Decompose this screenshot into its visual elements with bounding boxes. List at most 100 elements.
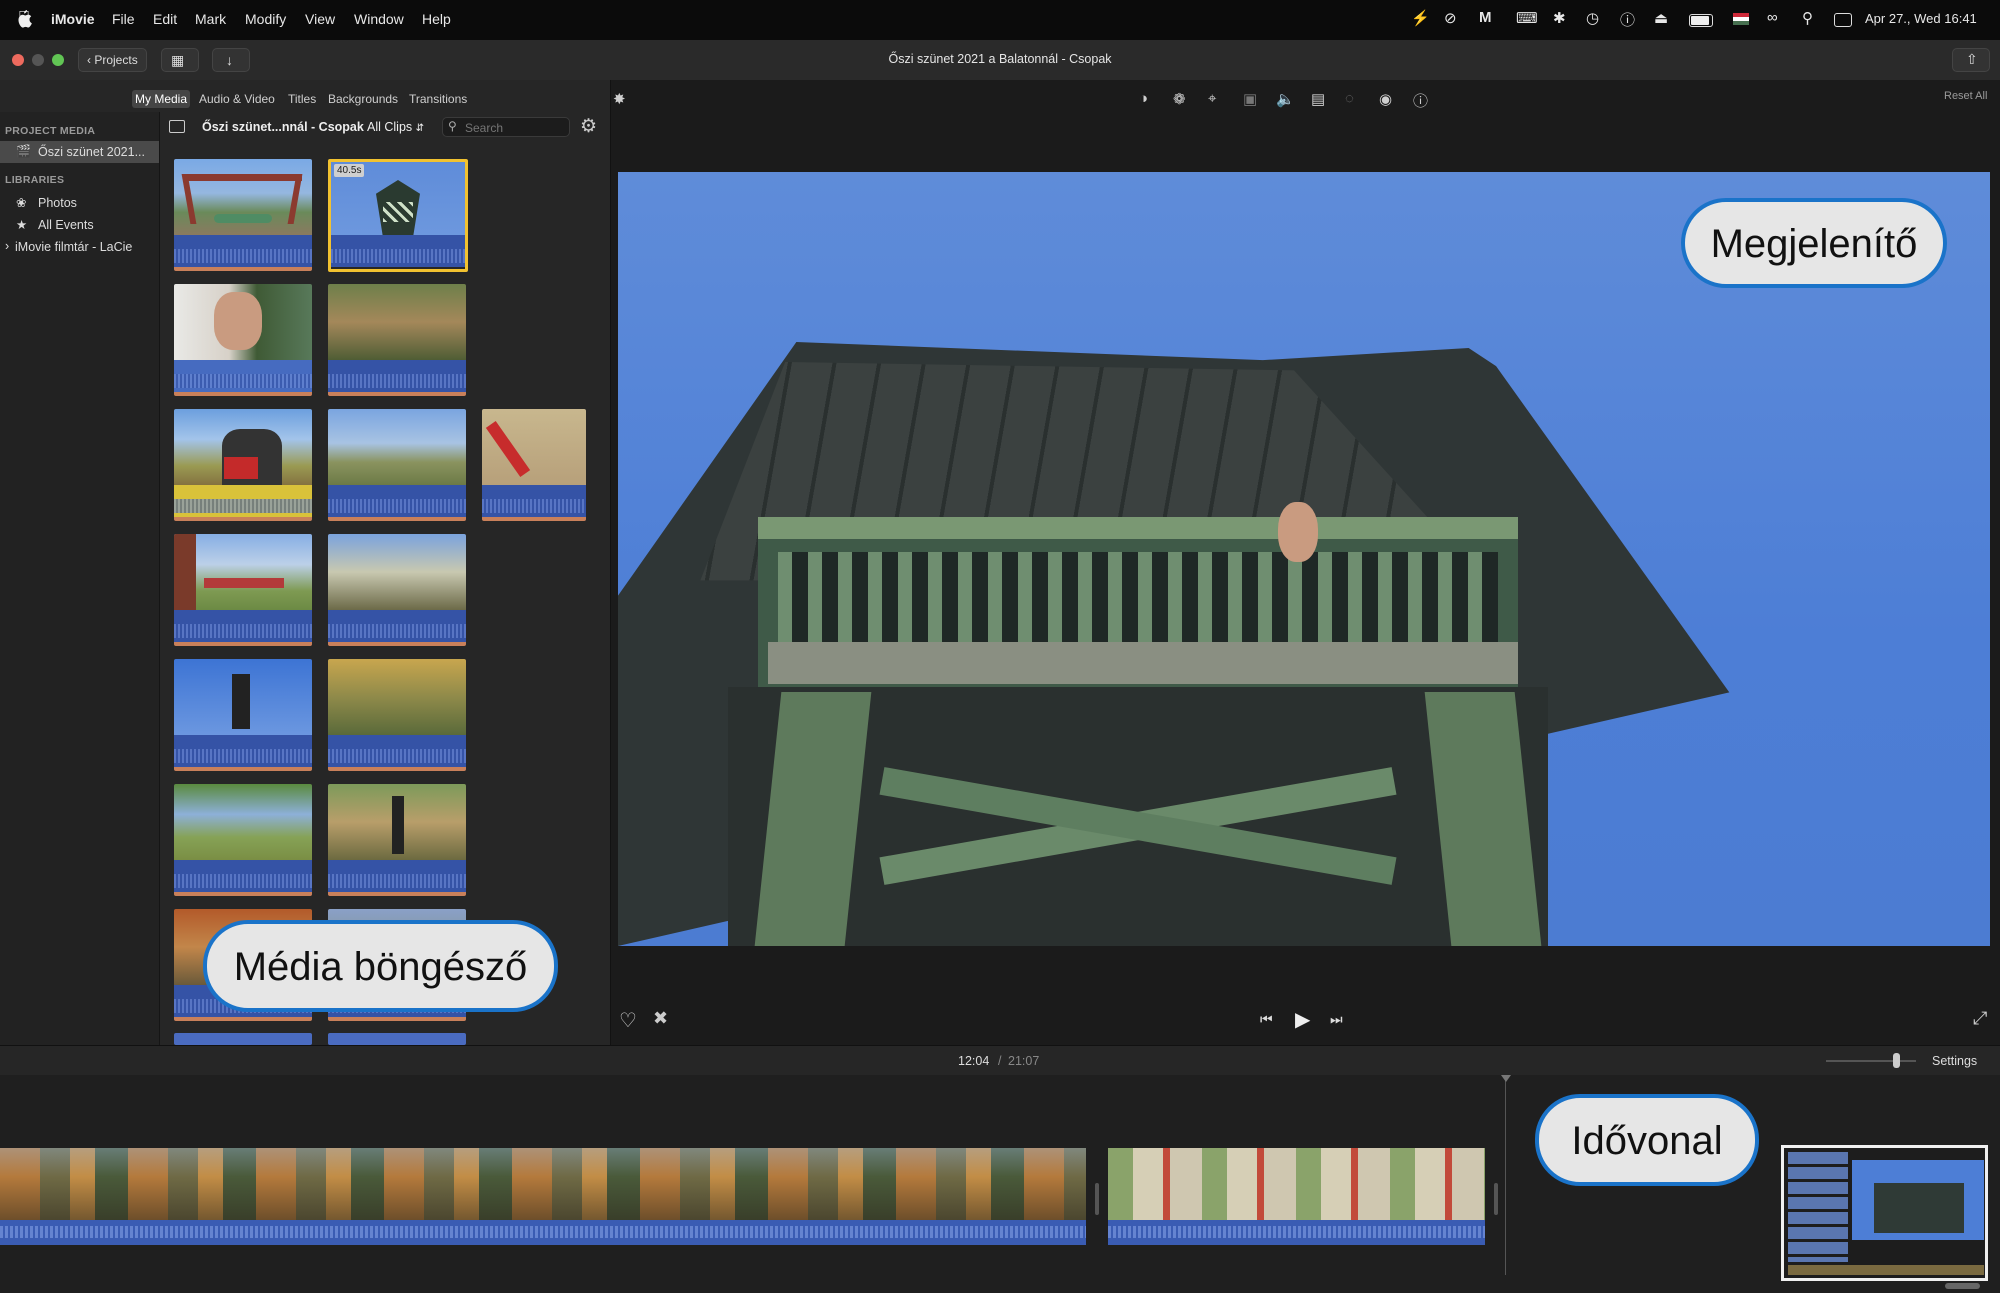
playhead-marker-icon[interactable]	[1501, 1075, 1511, 1082]
clip-info-icon[interactable]: ⓘ	[1413, 90, 1428, 111]
callout-viewer: Megjelenítő	[1681, 198, 1947, 288]
color-palette-icon[interactable]: ❁	[1173, 90, 1186, 108]
media-clip[interactable]	[328, 784, 466, 896]
media-clip[interactable]	[328, 284, 466, 396]
color-balance-icon[interactable]: ◑	[1139, 90, 1148, 107]
timeline-clip[interactable]	[1108, 1148, 1485, 1245]
skip-back-icon[interactable]: ⏮	[1260, 1011, 1273, 1028]
media-clip[interactable]	[174, 284, 312, 396]
sidebar-item-library[interactable]: › iMovie filmtár - LaCie	[0, 237, 159, 257]
zoom-slider[interactable]	[1826, 1060, 1916, 1062]
eye-slash-icon[interactable]: ⊘	[1444, 9, 1457, 27]
equalizer-icon[interactable]: ▤	[1311, 90, 1325, 108]
tab-my-media[interactable]: My Media	[132, 90, 191, 108]
sidebar-project-label: Őszi szünet 2021...	[38, 145, 146, 159]
clip-filter-select[interactable]: All Clips ⇵	[367, 120, 424, 134]
reject-x-icon[interactable]: ✖	[653, 1008, 668, 1029]
search-input[interactable]	[463, 120, 567, 136]
crop-icon[interactable]: ⌖	[1208, 90, 1216, 107]
clip-drag-handle[interactable]	[1095, 1183, 1099, 1215]
reset-all-button[interactable]: Reset All	[1944, 90, 1987, 102]
control-center-icon[interactable]	[1834, 13, 1852, 27]
media-clip[interactable]	[174, 159, 312, 271]
time-machine-icon[interactable]: ◷	[1586, 9, 1599, 27]
media-area: Őszi szünet...nnál - Csopak All Clips ⇵ …	[160, 112, 610, 1045]
timeline-scrollbar[interactable]	[1945, 1283, 1980, 1289]
share-button[interactable]: ⇧	[1952, 48, 1990, 72]
menu-modify[interactable]: Modify	[245, 11, 286, 27]
fullscreen-icon[interactable]: ⤢	[1973, 1008, 1987, 1029]
timeline-header: 12:04 / 21:07 Settings	[0, 1045, 2000, 1076]
search-field[interactable]: ⚲	[442, 117, 570, 137]
media-clip[interactable]	[482, 409, 586, 521]
apple-logo-icon[interactable]	[16, 10, 32, 28]
menu-mark[interactable]: Mark	[195, 11, 226, 27]
timeline: Idővonal	[0, 1075, 2000, 1293]
malwarebytes-icon[interactable]: M	[1479, 9, 1492, 26]
bluetooth-icon[interactable]: ✱	[1553, 9, 1566, 27]
stabilization-camera-icon[interactable]: ▣	[1243, 90, 1257, 108]
clip-duration-badge: 40.5s	[334, 164, 365, 177]
window-title: Őszi szünet 2021 a Balatonnál - Csopak	[888, 52, 1112, 66]
current-time: 12:04	[958, 1054, 990, 1068]
menu-help[interactable]: Help	[422, 11, 451, 27]
sidebar-library-label: iMovie filmtár - LaCie	[15, 240, 133, 254]
media-clip[interactable]	[174, 659, 312, 771]
media-clip[interactable]	[174, 534, 312, 646]
time-separator: /	[998, 1054, 1002, 1068]
sidebar-item-photos[interactable]: ❀ Photos	[0, 193, 159, 213]
tab-audio-video[interactable]: Audio & Video	[196, 90, 278, 108]
app-name[interactable]: iMovie	[51, 11, 95, 27]
media-clip[interactable]	[328, 659, 466, 771]
media-clip[interactable]	[174, 1033, 312, 1045]
photos-icon: ❀	[16, 196, 27, 210]
star-icon: ★	[16, 218, 28, 232]
play-icon[interactable]: ▶	[1295, 1007, 1310, 1032]
callout-timeline: Idővonal	[1535, 1094, 1759, 1186]
timeline-clip[interactable]	[0, 1148, 1086, 1245]
search-icon[interactable]: ⚲	[1802, 9, 1813, 27]
tab-transitions[interactable]: Transitions	[406, 90, 470, 108]
media-clip[interactable]	[328, 534, 466, 646]
menu-window[interactable]: Window	[354, 11, 404, 27]
media-clip[interactable]	[174, 409, 312, 521]
playhead[interactable]	[1505, 1075, 1506, 1275]
clip-filter-icon[interactable]: ◉	[1379, 90, 1392, 108]
sidebar-toggle-icon[interactable]	[169, 120, 185, 133]
eject-icon[interactable]: ⏏	[1654, 9, 1668, 27]
keyboard-icon[interactable]: ⌨	[1516, 9, 1538, 27]
zoom-slider-thumb[interactable]	[1893, 1053, 1900, 1068]
battery-icon[interactable]	[1689, 14, 1713, 27]
window-titlebar: ‹ Projects ▦ ↓ Őszi szünet 2021 a Balato…	[0, 40, 2000, 81]
clapper-icon: 🎬	[16, 144, 31, 158]
sidebar-all-events-label: All Events	[38, 218, 94, 232]
share-icon: ⇧	[1966, 51, 1978, 67]
skip-forward-icon[interactable]: ⏭	[1330, 1011, 1343, 1028]
clip-drag-handle[interactable]	[1494, 1183, 1498, 1215]
disclosure-chevron-icon: ›	[5, 239, 10, 253]
info-circle-icon[interactable]: ⓘ	[1620, 9, 1635, 30]
speed-icon[interactable]: ◌	[1345, 90, 1354, 107]
tab-backgrounds[interactable]: Backgrounds	[325, 90, 401, 108]
media-clip-selected[interactable]: 40.5s	[328, 159, 468, 272]
media-clip[interactable]	[174, 784, 312, 896]
media-clip[interactable]	[328, 1033, 466, 1045]
tab-titles[interactable]: Titles	[285, 90, 319, 108]
menu-view[interactable]: View	[305, 11, 335, 27]
menu-file[interactable]: File	[112, 11, 135, 27]
project-thumbnail[interactable]	[1781, 1145, 1988, 1281]
favorite-heart-icon[interactable]: ♡	[619, 1008, 637, 1033]
menubar-datetime[interactable]: Apr 27., Wed 16:41	[1865, 11, 1977, 26]
browser-settings-gear-icon[interactable]: ⚙	[580, 115, 597, 138]
sidebar-item-all-events[interactable]: ★ All Events	[0, 215, 159, 235]
magnifier-icon: ⚲	[448, 119, 457, 133]
media-clip[interactable]	[328, 409, 466, 521]
lightning-icon[interactable]: ⚡	[1411, 9, 1430, 27]
hungarian-flag-icon[interactable]	[1733, 13, 1749, 25]
sidebar-item-project[interactable]: 🎬 Őszi szünet 2021...	[0, 141, 159, 163]
magic-wand-icon[interactable]: ✸	[613, 90, 626, 108]
volume-icon[interactable]: 🔈	[1276, 90, 1295, 108]
menu-edit[interactable]: Edit	[153, 11, 177, 27]
timeline-settings-button[interactable]: Settings	[1932, 1054, 1977, 1068]
link-icon[interactable]: ∞	[1767, 9, 1778, 26]
